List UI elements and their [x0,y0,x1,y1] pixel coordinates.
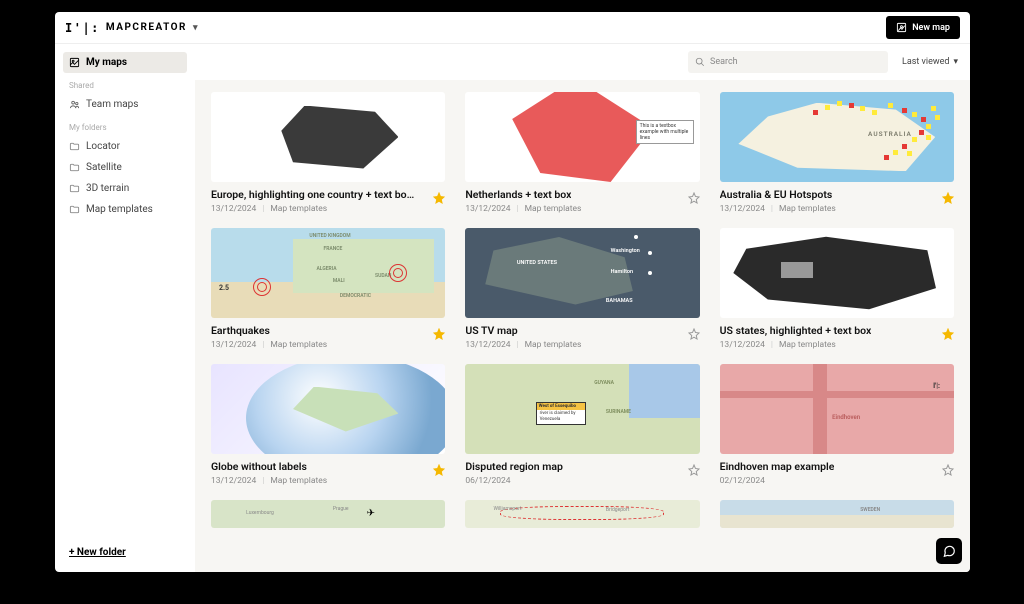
map-card-title: Disputed region map [465,460,563,473]
map-card-meta: 13/12/2024|Map templates [211,340,445,350]
folder-icon [69,204,80,215]
sidebar-item-label: My maps [86,57,127,68]
map-card-2[interactable]: AUSTRALIAAustralia & EU Hotspots13/12/20… [720,92,954,214]
brand-logo-icon: I'|: [65,21,100,35]
map-card-meta: 13/12/2024|Map templates [211,476,445,486]
sort-label: Last viewed [902,57,950,67]
sidebar-section-folders: My folders [63,119,187,136]
sidebar-folder-2[interactable]: 3D terrain [63,178,187,199]
map-card-3[interactable]: UNITED KINGDOMFRANCEALGERIAMALISUDANDEMO… [211,228,445,350]
sidebar-item-label: Locator [86,141,120,152]
sidebar-item-my-maps[interactable]: My maps [63,52,187,73]
map-card-6[interactable]: Globe without labels 13/12/2024|Map templ… [211,364,445,486]
star-icon[interactable] [433,189,445,201]
search-placeholder: Search [710,57,738,67]
sidebar-item-label: Map templates [86,204,153,215]
sidebar-section-shared: Shared [63,77,187,94]
star-icon[interactable] [688,189,700,201]
map-card-meta: 13/12/2024|Map templates [720,204,954,214]
sort-dropdown[interactable]: Last viewed ▾ [902,57,958,67]
sidebar-folder-0[interactable]: Locator [63,136,187,157]
star-icon[interactable] [433,461,445,473]
map-card-meta: 13/12/2024|Map templates [720,340,954,350]
search-icon [695,57,705,67]
map-card-10[interactable]: WilliamsportBridgeport [465,500,699,528]
map-card-meta: 02/12/2024 [720,476,954,486]
brand-text: MAPCREATOR [106,22,187,33]
new-map-label: New map [912,23,950,33]
star-icon[interactable] [688,325,700,337]
sidebar-folder-3[interactable]: Map templates [63,199,187,220]
chat-button[interactable] [936,538,962,564]
main-toolbar: Search Last viewed ▾ [195,44,970,80]
star-icon[interactable] [942,325,954,337]
brand[interactable]: I'|: MAPCREATOR ▾ [65,21,199,35]
map-grid: Europe, highlighting one country + text … [195,80,970,572]
star-icon[interactable] [942,461,954,473]
map-card-title: Globe without labels [211,460,307,473]
map-card-11[interactable]: SWEDEN [720,500,954,528]
map-card-9[interactable]: LuxembourgPrague✈ [211,500,445,528]
search-input[interactable]: Search [688,51,888,73]
map-card-meta: 13/12/2024|Map templates [465,340,699,350]
folder-icon [69,183,80,194]
star-icon[interactable] [433,325,445,337]
map-card-title: Netherlands + text box [465,188,571,201]
chevron-down-icon: ▾ [193,23,199,33]
sidebar-folder-1[interactable]: Satellite [63,157,187,178]
folder-icon [69,162,80,173]
map-card-meta: 13/12/2024|Map templates [465,204,699,214]
map-card-title: Eindhoven map example [720,460,835,473]
sidebar-item-label: Satellite [86,162,122,173]
chat-icon [942,544,956,558]
star-icon[interactable] [688,461,700,473]
map-card-8[interactable]: EindhovenI'|:Eindhoven map example02/12/… [720,364,954,486]
map-card-7[interactable]: GUYANASURINAMEWest of Essequiboriver is … [465,364,699,486]
map-card-title: Australia & EU Hotspots [720,188,833,201]
folder-icon [69,141,80,152]
map-card-title: Earthquakes [211,324,270,337]
map-card-meta: 06/12/2024 [465,476,699,486]
sidebar-item-label: 3D terrain [86,183,129,194]
map-card-5[interactable]: US states, highlighted + text box 13/12/2… [720,228,954,350]
map-card-4[interactable]: UNITED STATESWashingtonHamiltonBAHAMASUS… [465,228,699,350]
team-icon [69,99,80,110]
map-card-title: US TV map [465,324,517,337]
map-icon [69,57,80,68]
topbar: I'|: MAPCREATOR ▾ New map [55,12,970,44]
star-icon[interactable] [942,189,954,201]
body: My maps Shared Team maps My folders Loca… [55,44,970,572]
chevron-down-icon: ▾ [953,57,958,67]
map-plus-icon [896,22,907,33]
sidebar: My maps Shared Team maps My folders Loca… [55,44,195,572]
map-card-0[interactable]: Europe, highlighting one country + text … [211,92,445,214]
new-folder-button[interactable]: + New folder [63,541,187,564]
sidebar-item-team-maps[interactable]: Team maps [63,94,187,115]
map-card-1[interactable]: This is a textbox example with multiple … [465,92,699,214]
new-map-button[interactable]: New map [886,16,960,39]
map-card-title: Europe, highlighting one country + text … [211,188,414,201]
app-window: I'|: MAPCREATOR ▾ New map My maps Shared… [55,12,970,572]
map-card-title: US states, highlighted + text box [720,324,872,337]
sidebar-item-label: Team maps [86,99,138,110]
main: Search Last viewed ▾ Europe, highlightin… [195,44,970,572]
map-card-meta: 13/12/2024|Map templates [211,204,445,214]
